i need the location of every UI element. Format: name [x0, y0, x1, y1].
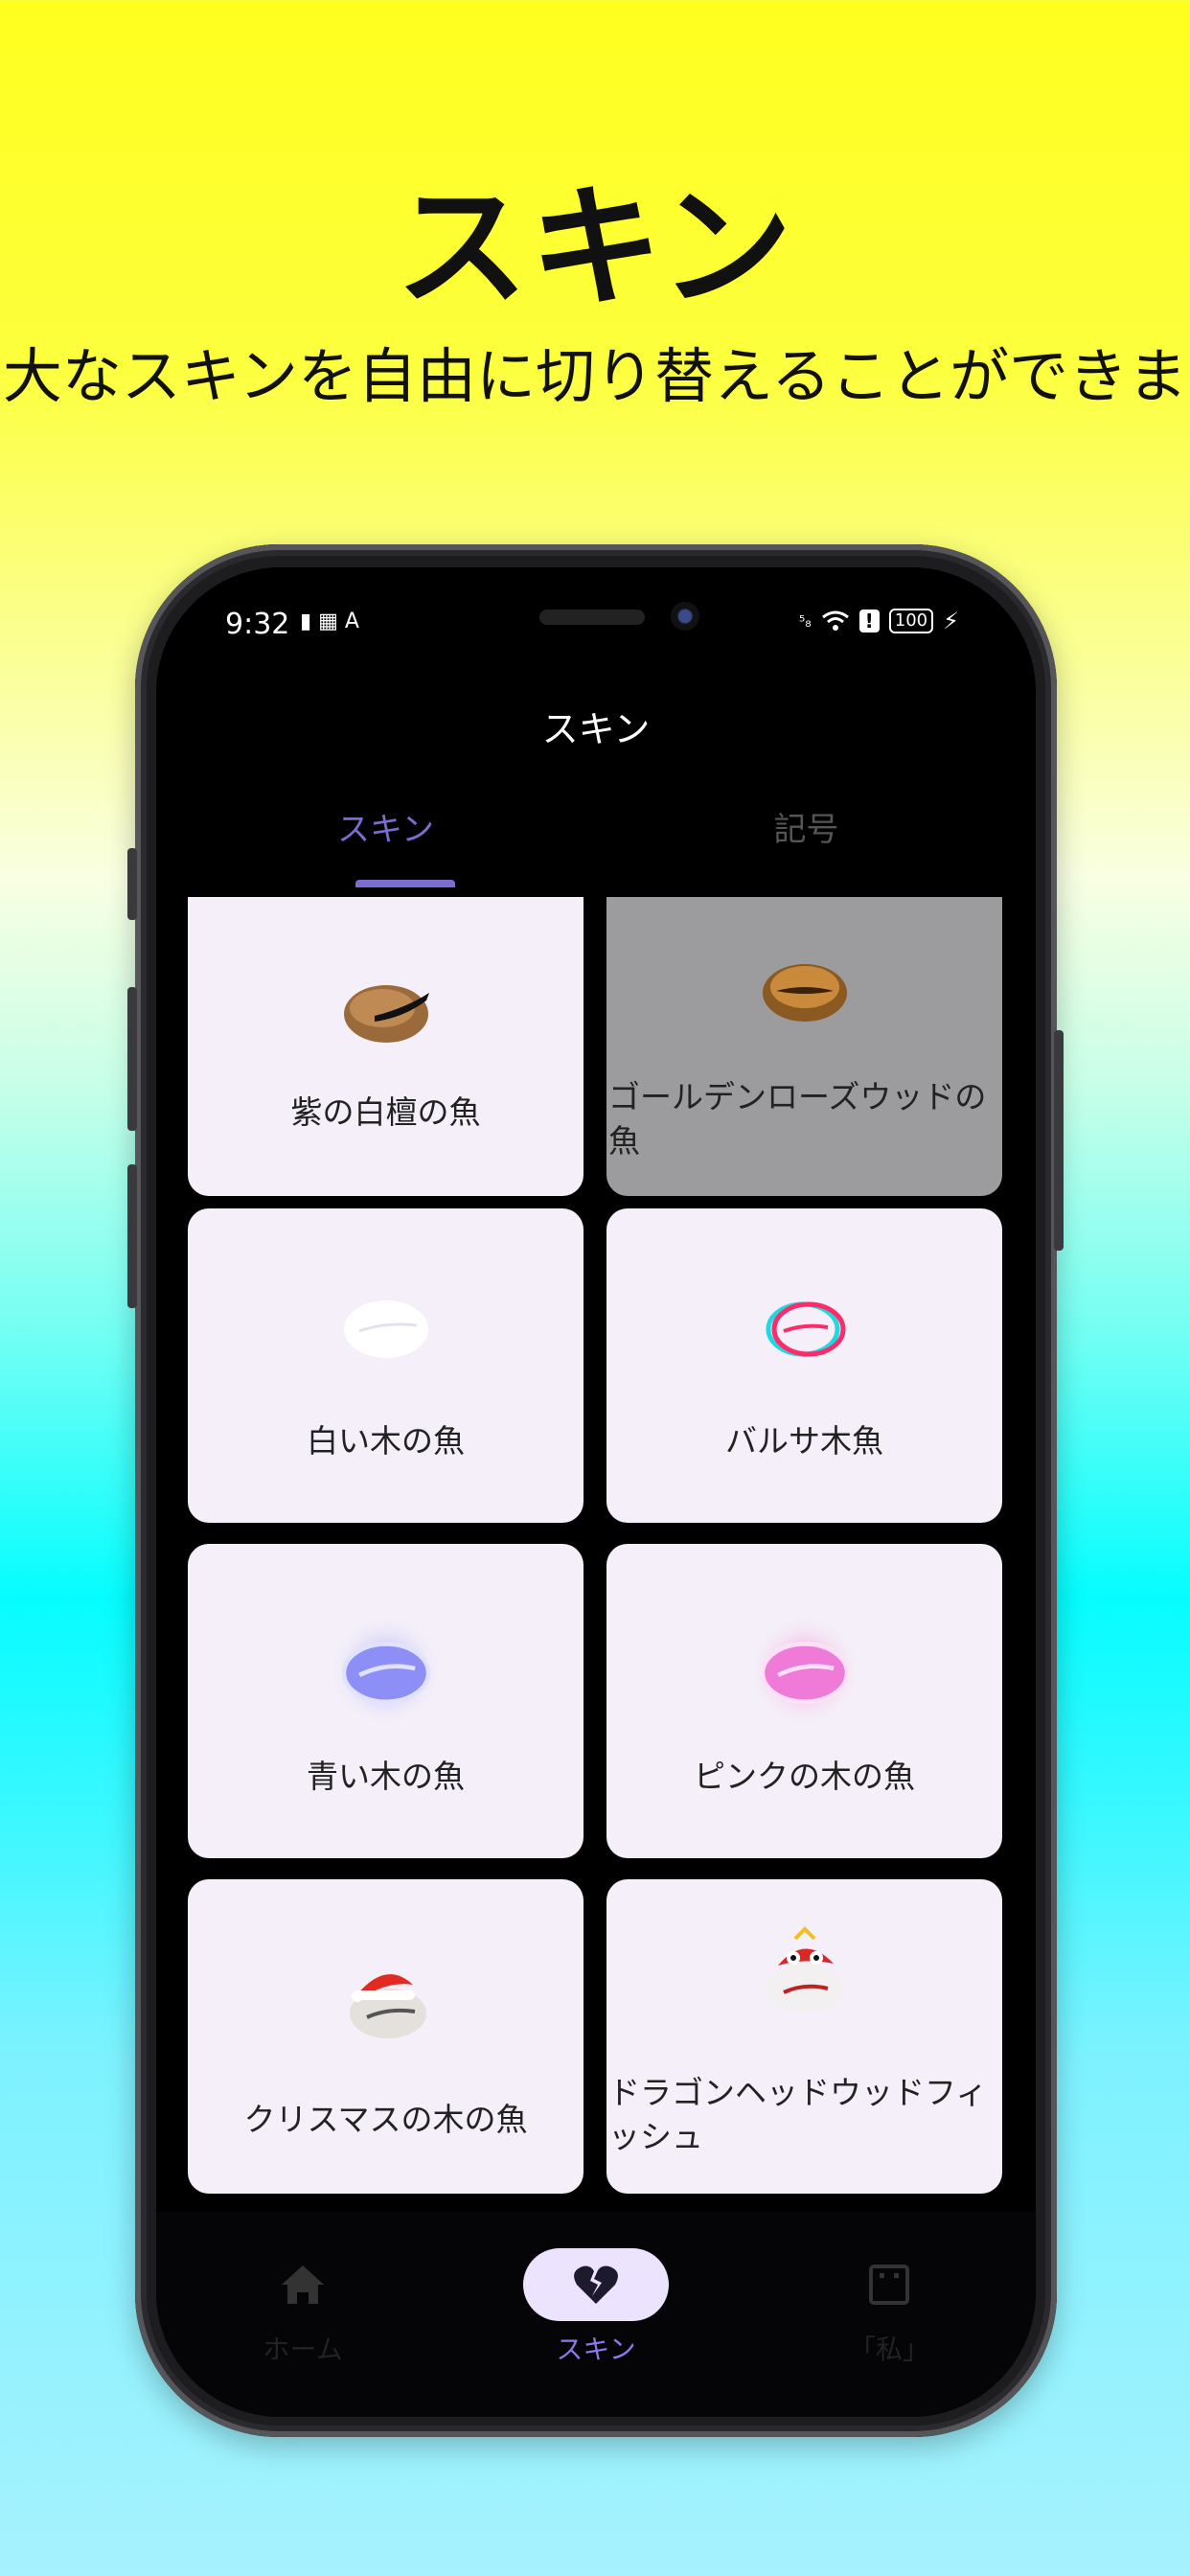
wooden-fish-blue-glow-icon	[330, 1615, 442, 1724]
wooden-fish-dragon-icon	[766, 1926, 843, 2013]
phone-side-button	[127, 848, 137, 920]
nav-icon-container	[523, 2248, 669, 2321]
tab-symbols[interactable]: 記号	[596, 790, 1017, 889]
nav-icon-container	[230, 2248, 376, 2321]
wooden-fish-gold-icon	[762, 964, 847, 1022]
signal-icon: ⁵₈	[798, 611, 812, 631]
skin-card-label: クリスマスの木の魚	[243, 2101, 528, 2138]
front-camera	[671, 602, 699, 631]
charging-icon: ⚡	[943, 608, 959, 634]
skin-card[interactable]: 紫の白檀の魚	[188, 897, 584, 1196]
skin-card-label: 白い木の魚	[307, 1422, 465, 1460]
skin-grid: 紫の白檀の魚 ゴールデンローズウッドの魚 白い木の魚 バルサ木魚 青い木の魚 ピ…	[188, 897, 1004, 2210]
bottom-navigation: ホーム スキン 「私」	[156, 2212, 1036, 2417]
promo-title: スキン	[396, 171, 794, 325]
alert-icon: !	[858, 610, 880, 632]
skin-card[interactable]: 白い木の魚	[188, 1208, 584, 1523]
phone-side-button	[1054, 1030, 1064, 1251]
skin-card[interactable]: ピンクの木の魚	[606, 1544, 1002, 1858]
tab-skins[interactable]: スキン	[175, 790, 596, 889]
home-icon	[282, 2266, 324, 2304]
wooden-fish-glitch-icon	[766, 1301, 845, 1357]
promo-subtitle: 大なスキンを自由に切り替えることができま	[2, 341, 1188, 411]
nav-item-profile[interactable]: 「私」	[743, 2212, 1036, 2404]
phone-side-button	[127, 987, 137, 1131]
nav-label: 「私」	[848, 2334, 929, 2365]
status-bar: 9:32 ▮ ▦ A ⁵₈ ! 100 ⚡	[156, 567, 1036, 673]
skin-card-selected[interactable]: ゴールデンローズウッドの魚	[606, 897, 1002, 1196]
speaker-grille	[539, 610, 645, 625]
profile-icon	[869, 2265, 909, 2305]
status-system-icons: ⁵₈ ! 100 ⚡	[799, 608, 959, 634]
page-title: スキン	[541, 708, 651, 750]
nav-icon-container	[816, 2248, 962, 2321]
nav-item-home[interactable]: ホーム	[156, 2212, 449, 2404]
font-icon: A	[344, 610, 359, 633]
nav-label: スキン	[556, 2334, 636, 2365]
status-notification-icons: ▮ ▦ A	[300, 610, 359, 633]
skin-card[interactable]: 青い木の魚	[188, 1544, 584, 1858]
wooden-fish-brown-icon	[343, 985, 429, 1043]
status-time: 9:32	[225, 608, 290, 641]
skin-card-label: 青い木の魚	[307, 1758, 465, 1795]
nav-item-skins[interactable]: スキン	[449, 2212, 743, 2404]
skin-card[interactable]: クリスマスの木の魚	[188, 1879, 584, 2194]
battery-saver-icon: ▮	[300, 610, 312, 633]
wifi-icon	[821, 610, 849, 631]
phone-side-button	[127, 1164, 137, 1308]
skin-card-label: ゴールデンローズウッドの魚	[608, 1078, 987, 1160]
wooden-fish-pink-glow-icon	[748, 1615, 860, 1724]
skin-card[interactable]: バルサ木魚	[606, 1208, 1002, 1523]
wooden-fish-white-icon	[343, 1300, 428, 1358]
sim-icon: ▦	[318, 610, 338, 633]
skin-card-label: バルサ木魚	[725, 1422, 883, 1460]
skin-card-label: ピンクの木の魚	[694, 1758, 915, 1795]
tab-bar: スキン 記号	[175, 790, 1017, 889]
phone-screen: 9:32 ▮ ▦ A ⁵₈ ! 100 ⚡ スキン スキン 記号 紫の白檀の魚 …	[156, 567, 1036, 2417]
skin-card[interactable]: ドラゴンヘッドウッドフィッシュ	[606, 1879, 1002, 2194]
broken-heart-icon	[574, 2266, 618, 2304]
skin-card-label: ドラゴンヘッドウッドフィッシュ	[608, 2074, 988, 2155]
skin-card-label: 紫の白檀の魚	[290, 1093, 481, 1131]
nav-label: ホーム	[263, 2334, 343, 2365]
wooden-fish-christmas-icon	[349, 1974, 426, 2038]
tab-indicator	[355, 880, 455, 887]
battery-indicator: 100	[888, 609, 934, 633]
